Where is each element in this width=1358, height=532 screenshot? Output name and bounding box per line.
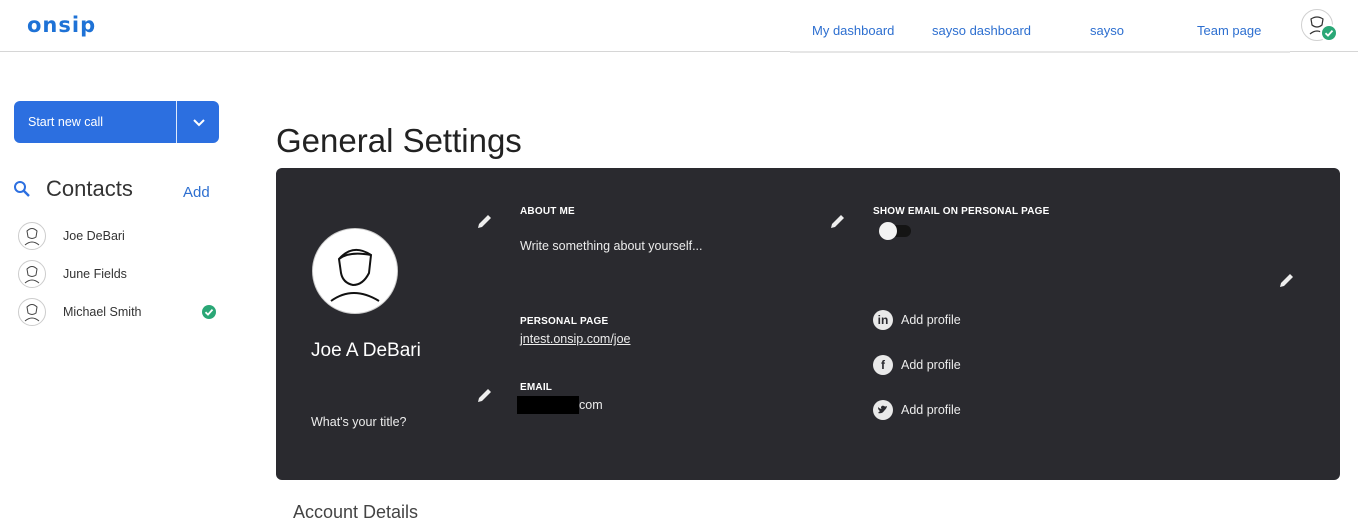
online-status-icon	[1320, 24, 1338, 42]
contact-avatar	[18, 260, 46, 288]
edit-title-icon[interactable]	[476, 386, 494, 409]
email-value: com	[579, 398, 603, 412]
contact-item[interactable]: Joe DeBari	[14, 220, 224, 254]
email-label: EMAIL	[520, 382, 553, 393]
chevron-down-icon[interactable]	[192, 111, 206, 138]
onsip-logo[interactable]: onsip	[27, 13, 96, 37]
add-contact-button[interactable]: Add	[183, 184, 210, 201]
page-title: General Settings	[276, 122, 522, 160]
linkedin-icon: in	[873, 310, 893, 330]
nav-team-page[interactable]: Team page	[1197, 23, 1261, 38]
edit-about-icon[interactable]	[476, 212, 494, 235]
profile-avatar[interactable]	[312, 228, 398, 314]
top-bar: onsip My dashboard sayso dashboard sayso…	[0, 0, 1358, 52]
call-button-divider	[176, 101, 177, 143]
nav-underline	[790, 51, 1290, 53]
contact-avatar	[18, 222, 46, 250]
linkedin-add-profile[interactable]: Add profile	[901, 313, 961, 327]
contact-name: June Fields	[63, 267, 127, 281]
personal-page-link[interactable]: jntest.onsip.com/joe	[520, 332, 630, 346]
about-me-text[interactable]: Write something about yourself...	[520, 239, 703, 253]
title-field[interactable]: What's your title?	[311, 415, 406, 429]
contact-item[interactable]: Michael Smith	[14, 296, 224, 330]
start-new-call-button[interactable]: Start new call	[14, 101, 219, 143]
edit-show-email-icon[interactable]	[829, 212, 847, 235]
contact-item[interactable]: June Fields	[14, 258, 224, 292]
nav-sayso-dashboard[interactable]: sayso dashboard	[932, 23, 1031, 38]
contact-avatar	[18, 298, 46, 326]
account-details-title: Account Details	[293, 502, 419, 522]
about-me-label: ABOUT ME	[520, 206, 575, 217]
contact-name: Joe DeBari	[63, 229, 125, 243]
profile-name: Joe A DeBari	[311, 340, 421, 361]
start-new-call-label: Start new call	[28, 115, 104, 129]
nav-my-dashboard[interactable]: My dashboard	[812, 23, 894, 38]
available-status-icon	[202, 305, 216, 319]
twitter-add-profile[interactable]: Add profile	[901, 403, 961, 417]
edit-social-icon[interactable]	[1278, 271, 1296, 294]
facebook-icon: f	[873, 355, 893, 375]
show-email-label: SHOW EMAIL ON PERSONAL PAGE	[873, 206, 1050, 217]
contacts-title: Contacts	[46, 176, 133, 201]
search-icon[interactable]	[12, 179, 32, 204]
contact-name: Michael Smith	[63, 305, 142, 319]
show-email-toggle-knob[interactable]	[879, 222, 897, 240]
nav-sayso[interactable]: sayso	[1090, 23, 1124, 38]
twitter-icon	[873, 400, 893, 420]
personal-page-label: PERSONAL PAGE	[520, 316, 609, 327]
redacted-email	[517, 396, 579, 414]
profile-settings-card: Joe A DeBari What's your title? ABOUT ME…	[276, 168, 1340, 480]
facebook-add-profile[interactable]: Add profile	[901, 358, 961, 372]
avatar-face-icon	[330, 248, 380, 302]
